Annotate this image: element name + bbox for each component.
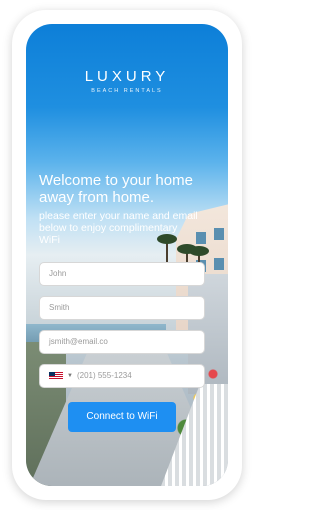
phone-value: (201) 555-1234	[76, 371, 132, 380]
connect-wifi-button[interactable]: Connect to WiFi	[68, 402, 176, 432]
welcome-title: Welcome to your home away from home.	[39, 172, 193, 206]
welcome-intro: please enter your name and email below t…	[39, 210, 198, 246]
last-name-input[interactable]: Smith	[39, 296, 205, 320]
us-flag-icon[interactable]	[49, 372, 63, 380]
phone-input[interactable]: ▼ (201) 555-1234	[39, 364, 205, 388]
phone-frame: LUXURY BEACH RENTALS Welcome to your hom…	[12, 10, 242, 500]
brand-logo: LUXURY	[84, 68, 170, 85]
brand-tagline: BEACH RENTALS	[91, 88, 163, 94]
first-name-input[interactable]: John	[39, 262, 205, 286]
captive-portal-screen: LUXURY BEACH RENTALS Welcome to your hom…	[26, 24, 228, 486]
email-input[interactable]: jsmith@email.co	[39, 330, 205, 354]
chevron-down-icon[interactable]: ▼	[67, 365, 73, 387]
